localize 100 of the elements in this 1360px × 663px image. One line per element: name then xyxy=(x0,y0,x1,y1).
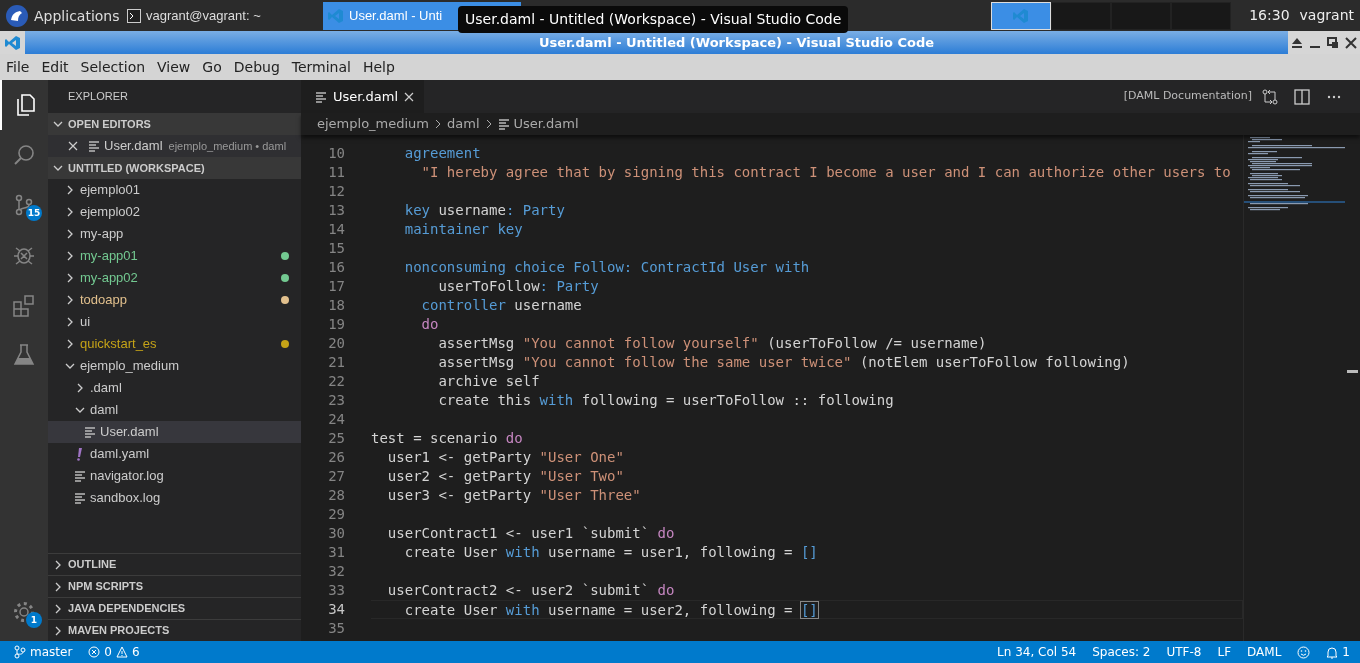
menu-item[interactable]: Terminal xyxy=(291,56,351,78)
code-line: userContract2 <- user2 `submit` do xyxy=(386,581,676,600)
file-lines-icon xyxy=(315,90,327,103)
bell-icon xyxy=(1326,645,1339,659)
tree-item[interactable]: quickstart_es xyxy=(48,333,301,355)
line-number: 18 xyxy=(327,296,345,315)
file-lines-icon xyxy=(74,470,86,482)
section-header[interactable]: JAVA DEPENDENCIES xyxy=(48,597,301,619)
menu-logo-icon xyxy=(6,5,28,27)
count-badge: 15 xyxy=(26,205,42,221)
status-item[interactable]: LF xyxy=(1209,643,1240,661)
status-item[interactable]: Spaces: 2 xyxy=(1084,643,1159,661)
branch-icon xyxy=(14,645,26,659)
line-number: 32 xyxy=(327,562,345,581)
code-line: key username: Party xyxy=(403,201,566,220)
tooltip: User.daml - Untitled (Workspace) - Visual Studio Code xyxy=(458,6,849,33)
line-number: 24 xyxy=(327,410,345,429)
code-line: controller username xyxy=(420,296,583,315)
line-number: 29 xyxy=(327,505,345,524)
documentation-link[interactable]: [DAML Documentation] xyxy=(1123,88,1252,105)
code-line: create this with following = userToFollow :: following xyxy=(437,391,895,410)
section-header[interactable]: NPM SCRIPTS xyxy=(48,575,301,597)
open-editor-item[interactable]: User.daml ejemplo_medium • daml xyxy=(48,135,301,157)
tree-item[interactable]: daml.yaml xyxy=(48,443,301,465)
code-line: assertMsg "You cannot follow the same user twice" (notElem userToFollow following) xyxy=(437,353,1131,372)
panel-title: EXPLORER xyxy=(68,89,128,105)
line-number: 14 xyxy=(327,220,345,239)
compare-changes-icon[interactable] xyxy=(1262,88,1278,105)
breadcrumb-item[interactable]: User.daml xyxy=(497,114,579,134)
terminal-icon xyxy=(127,9,141,23)
code-line: user2 <- getParty "User Two" xyxy=(386,467,625,486)
tree-item[interactable]: ejemplo01 xyxy=(48,179,301,201)
menu-item[interactable]: Help xyxy=(362,56,395,78)
menu-item[interactable]: Edit xyxy=(41,56,69,78)
line-number: 28 xyxy=(327,486,345,505)
menu-item[interactable]: Selection xyxy=(80,56,146,78)
activity-button[interactable]: 15 xyxy=(0,180,48,230)
line-number: 13 xyxy=(327,201,345,220)
tree-item[interactable]: daml xyxy=(48,399,301,421)
section-header[interactable]: OUTLINE xyxy=(48,553,301,575)
line-number: 31 xyxy=(327,543,345,562)
count-badge: 1 xyxy=(26,612,42,628)
line-number: 22 xyxy=(327,372,345,391)
code-line: archive self xyxy=(437,372,541,391)
menu-item[interactable]: Go xyxy=(202,56,222,78)
settings-button[interactable]: 1 xyxy=(0,587,48,637)
taskbar-button[interactable]: vagrant@vagrant: ~ xyxy=(122,2,318,30)
line-number: 35 xyxy=(327,619,345,638)
line-number: 34 xyxy=(327,600,345,619)
file-lines-icon xyxy=(84,426,96,438)
line-number: 27 xyxy=(327,467,345,486)
line-number: 33 xyxy=(327,581,345,600)
file-lines-icon xyxy=(88,140,100,152)
clock: 16:30 xyxy=(1249,6,1290,25)
menu-item[interactable]: Debug xyxy=(233,56,280,78)
tree-item[interactable]: my-app02 xyxy=(48,267,301,289)
code-line: create User with username = user1, following = [] xyxy=(403,543,819,562)
tree-item[interactable]: my-app xyxy=(48,223,301,245)
tree-item[interactable]: .daml xyxy=(48,377,301,399)
line-number: 25 xyxy=(327,429,345,448)
scrollbar-thumb[interactable] xyxy=(1347,370,1358,373)
close-icon[interactable] xyxy=(1345,36,1357,49)
tree-item[interactable]: ejemplo02 xyxy=(48,201,301,223)
flask-icon xyxy=(12,343,36,367)
line-number: 11 xyxy=(327,163,345,182)
branch-status[interactable]: master xyxy=(0,643,81,661)
maximize-icon[interactable] xyxy=(1327,36,1339,49)
breadcrumb-item[interactable]: ejemplo_medium xyxy=(317,114,430,134)
tree-item[interactable]: User.daml xyxy=(48,421,301,443)
applications-menu[interactable]: Applications xyxy=(0,2,118,30)
line-number: 30 xyxy=(327,524,345,543)
breadcrumb-item[interactable]: daml xyxy=(447,114,480,134)
app-logo-icon xyxy=(4,34,21,51)
code-line: agreement xyxy=(403,144,482,163)
tree-item[interactable]: my-app01 xyxy=(48,245,301,267)
tree-item[interactable]: navigator.log xyxy=(48,465,301,487)
notifications-button[interactable]: 1 xyxy=(1318,643,1360,661)
split-editor-icon[interactable] xyxy=(1294,88,1310,105)
tree-item[interactable]: sandbox.log xyxy=(48,487,301,509)
line-number: 15 xyxy=(327,239,345,258)
user-name[interactable]: vagrant xyxy=(1299,5,1354,26)
editor-tab[interactable]: User.daml xyxy=(301,80,425,113)
section-header[interactable]: OPEN EDITORS xyxy=(48,113,301,135)
eject-icon[interactable] xyxy=(1291,36,1303,49)
status-item[interactable]: Ln 34, Col 54 xyxy=(989,643,1085,661)
tree-item[interactable]: todoapp xyxy=(48,289,301,311)
section-header[interactable]: UNTITLED (WORKSPACE) xyxy=(48,157,301,179)
extensions-icon xyxy=(12,293,36,317)
code-line: create User with username = user2, following = [] xyxy=(371,600,1243,619)
warning-icon xyxy=(115,646,128,658)
code-line: userContract1 <- user1 `submit` do xyxy=(386,524,676,543)
tree-item[interactable]: ui xyxy=(48,311,301,333)
menu-item[interactable]: File xyxy=(6,56,30,78)
problems-status[interactable]: 0 6 xyxy=(80,643,148,661)
line-number: 23 xyxy=(327,391,345,410)
status-item[interactable]: UTF-8 xyxy=(1158,643,1210,661)
tree-item[interactable]: ejemplo_medium xyxy=(48,355,301,377)
code-line: test = scenario do xyxy=(371,429,524,448)
status-item[interactable]: DAML xyxy=(1239,643,1290,661)
menu-item[interactable]: View xyxy=(157,56,191,78)
